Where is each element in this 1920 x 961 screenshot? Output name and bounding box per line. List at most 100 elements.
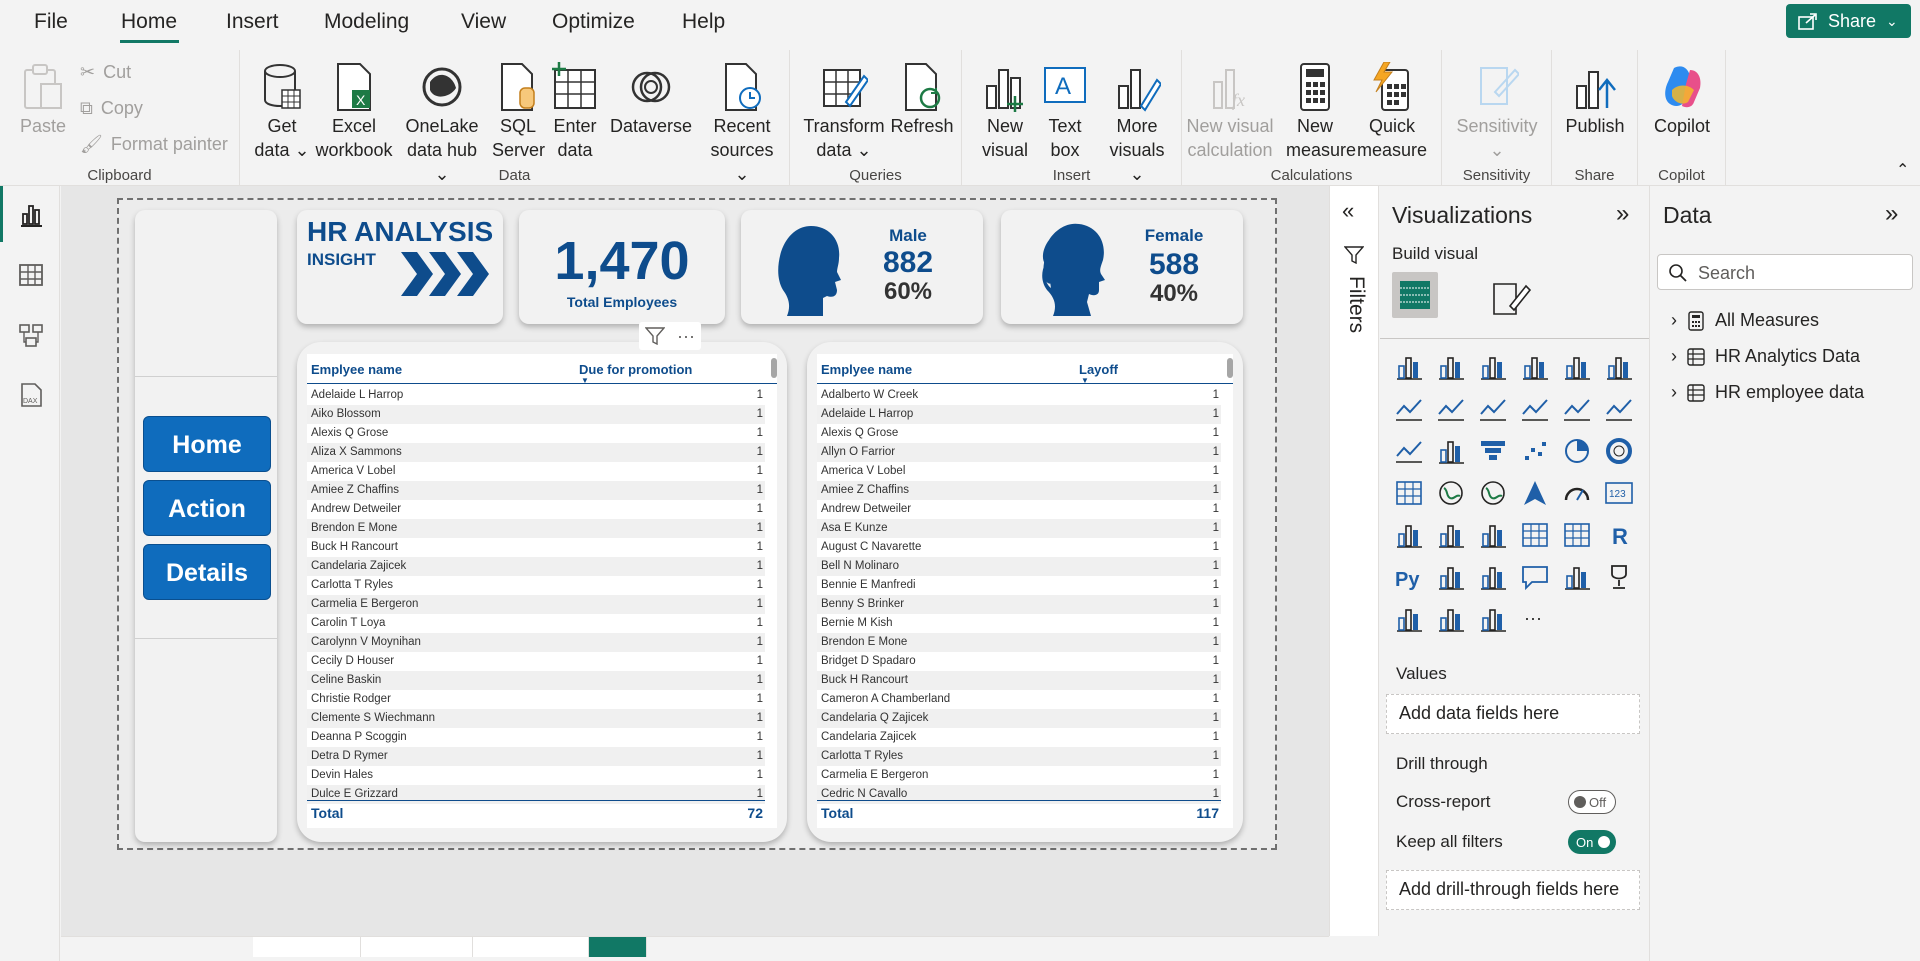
table-row[interactable]: Christie Rodger 1: [307, 690, 765, 709]
drill-through-field-well[interactable]: Add drill-through fields here: [1386, 870, 1640, 910]
clustered-bar-chart-icon[interactable]: [1478, 352, 1508, 382]
table-row[interactable]: Devin Hales 1: [307, 766, 765, 785]
filter-icon[interactable]: [645, 327, 665, 345]
table-row[interactable]: Amiee Z Chaffins 1: [817, 481, 1221, 500]
table-row[interactable]: Carmelia E Bergeron 1: [817, 766, 1221, 785]
details-nav-button[interactable]: Details: [143, 544, 271, 600]
more-visuals-icon[interactable]: ···: [1520, 604, 1550, 634]
pie-chart-icon[interactable]: [1562, 436, 1592, 466]
table-row[interactable]: Bernie M Kish 1: [817, 614, 1221, 633]
more-options-icon[interactable]: ···: [677, 327, 695, 345]
clustered-column-chart-icon[interactable]: [1520, 352, 1550, 382]
table-row[interactable]: Allyn O Farrior 1: [817, 443, 1221, 462]
copy-button[interactable]: ⧉ Copy: [80, 98, 143, 119]
kpi-icon[interactable]: [1436, 520, 1466, 550]
refresh-button[interactable]: Refresh: [890, 62, 954, 138]
donut-chart-icon[interactable]: [1604, 436, 1634, 466]
column-header-layoff[interactable]: Layoff: [1079, 362, 1118, 377]
table-icon[interactable]: [1520, 520, 1550, 550]
table-row[interactable]: America V Lobel 1: [817, 462, 1221, 481]
table-row[interactable]: Aiko Blossom 1: [307, 405, 765, 424]
table-row[interactable]: Buck H Rancourt 1: [817, 671, 1221, 690]
matrix-icon[interactable]: [1562, 520, 1592, 550]
new-measure-button[interactable]: New measure: [1286, 62, 1356, 162]
report-view-icon[interactable]: [18, 202, 44, 228]
menu-insert[interactable]: Insert: [226, 10, 279, 34]
table-row[interactable]: Alexis Q Grose 1: [817, 424, 1221, 443]
metrics-icon[interactable]: [1604, 562, 1634, 592]
100-stacked-bar-chart-icon[interactable]: [1562, 352, 1592, 382]
quick-measure-button[interactable]: Quick measure: [1350, 62, 1434, 162]
table-row[interactable]: Brendon E Mone 1: [817, 633, 1221, 652]
key-influencers-icon[interactable]: [1436, 562, 1466, 592]
r-visual-icon[interactable]: R: [1604, 520, 1634, 550]
scatter-chart-icon[interactable]: [1520, 436, 1550, 466]
data-search-box[interactable]: Search: [1657, 254, 1913, 290]
excel-workbook-button[interactable]: X Excel workbook: [314, 62, 394, 162]
table-row[interactable]: Carolynn V Moynihan 1: [307, 633, 765, 652]
copilot-button[interactable]: Copilot: [1648, 62, 1716, 138]
line-and-clustered-column-chart-icon[interactable]: [1604, 394, 1634, 424]
menu-optimize[interactable]: Optimize: [552, 10, 635, 34]
stacked-column-chart-icon[interactable]: [1436, 352, 1466, 382]
build-visual-tab[interactable]: [1392, 272, 1438, 318]
collapse-visualizations-icon[interactable]: »: [1616, 200, 1629, 228]
menu-view[interactable]: View: [461, 10, 506, 34]
table-row[interactable]: Candelaria Q Zajicek 1: [817, 709, 1221, 728]
action-nav-button[interactable]: Action: [143, 480, 271, 536]
filled-map-icon[interactable]: [1478, 478, 1508, 508]
table-row[interactable]: August C Navarette 1: [817, 538, 1221, 557]
sensitivity-button[interactable]: Sensitivity ⌄: [1454, 62, 1540, 162]
area-chart-icon[interactable]: [1436, 394, 1466, 424]
text-box-button[interactable]: A Text box: [1040, 62, 1090, 162]
transform-data-button[interactable]: Transform data ⌄: [802, 62, 886, 162]
table-row[interactable]: Andrew Detweiler 1: [307, 500, 765, 519]
table-row[interactable]: Asa E Kunze 1: [817, 519, 1221, 538]
multi-row-card-icon[interactable]: [1394, 520, 1424, 550]
menu-home[interactable]: Home: [121, 10, 177, 34]
line-chart-icon[interactable]: [1394, 394, 1424, 424]
power-automate-icon[interactable]: [1478, 604, 1508, 634]
table-row[interactable]: Cameron A Chamberland 1: [817, 690, 1221, 709]
get-data-button[interactable]: Get data ⌄: [254, 62, 310, 162]
tree-item-hr-analytics-data[interactable]: › HR Analytics Data: [1671, 346, 1860, 367]
table-row[interactable]: Aliza X Sammons 1: [307, 443, 765, 462]
tree-item-hr-employee-data[interactable]: › HR employee data: [1671, 382, 1864, 403]
qa-icon[interactable]: [1520, 562, 1550, 592]
table-row[interactable]: Adalberto W Creek 1: [817, 386, 1221, 405]
decomposition-tree-icon[interactable]: [1478, 562, 1508, 592]
python-visual-icon[interactable]: Py: [1394, 562, 1424, 592]
table-row[interactable]: Bell N Molinaro 1: [817, 557, 1221, 576]
layoff-table-scrollbar[interactable]: [1227, 358, 1233, 378]
dax-query-view-icon[interactable]: DAX: [18, 382, 44, 408]
table-row[interactable]: Alexis Q Grose 1: [307, 424, 765, 443]
keep-all-filters-toggle[interactable]: On: [1568, 830, 1616, 854]
expand-filters-icon[interactable]: «: [1342, 198, 1354, 224]
stacked-bar-chart-icon[interactable]: [1394, 352, 1424, 382]
ribbon-chart-icon[interactable]: [1394, 436, 1424, 466]
table-row[interactable]: Bennie E Manfredi 1: [817, 576, 1221, 595]
table-row[interactable]: America V Lobel 1: [307, 462, 765, 481]
azure-map-icon[interactable]: [1520, 478, 1550, 508]
menu-help[interactable]: Help: [682, 10, 725, 34]
sql-server-button[interactable]: SQL Server: [492, 62, 545, 162]
table-row[interactable]: Bridget D Spadaro 1: [817, 652, 1221, 671]
publish-button[interactable]: Publish: [1562, 62, 1628, 138]
table-row[interactable]: Buck H Rancourt 1: [307, 538, 765, 557]
dataverse-button[interactable]: Dataverse: [608, 62, 694, 138]
table-row[interactable]: Amiee Z Chaffins 1: [307, 481, 765, 500]
table-row[interactable]: Brendon E Mone 1: [307, 519, 765, 538]
values-field-well[interactable]: Add data fields here: [1386, 694, 1640, 734]
column-header-employee-name[interactable]: Emplyee name: [821, 362, 912, 377]
table-row[interactable]: Adelaide L Harrop 1: [817, 405, 1221, 424]
table-row[interactable]: Cecily D Houser 1: [307, 652, 765, 671]
gauge-icon[interactable]: [1562, 478, 1592, 508]
table-row[interactable]: Carolin T Loya 1: [307, 614, 765, 633]
waterfall-chart-icon[interactable]: [1436, 436, 1466, 466]
table-row[interactable]: Detra D Rymer 1: [307, 747, 765, 766]
paste-button[interactable]: Paste: [18, 62, 68, 138]
active-page-tab[interactable]: [589, 937, 647, 957]
tree-item-all-measures[interactable]: › All Measures: [1671, 310, 1819, 331]
cut-button[interactable]: ✂ Cut: [80, 62, 131, 83]
table-row[interactable]: Carlotta T Ryles 1: [307, 576, 765, 595]
